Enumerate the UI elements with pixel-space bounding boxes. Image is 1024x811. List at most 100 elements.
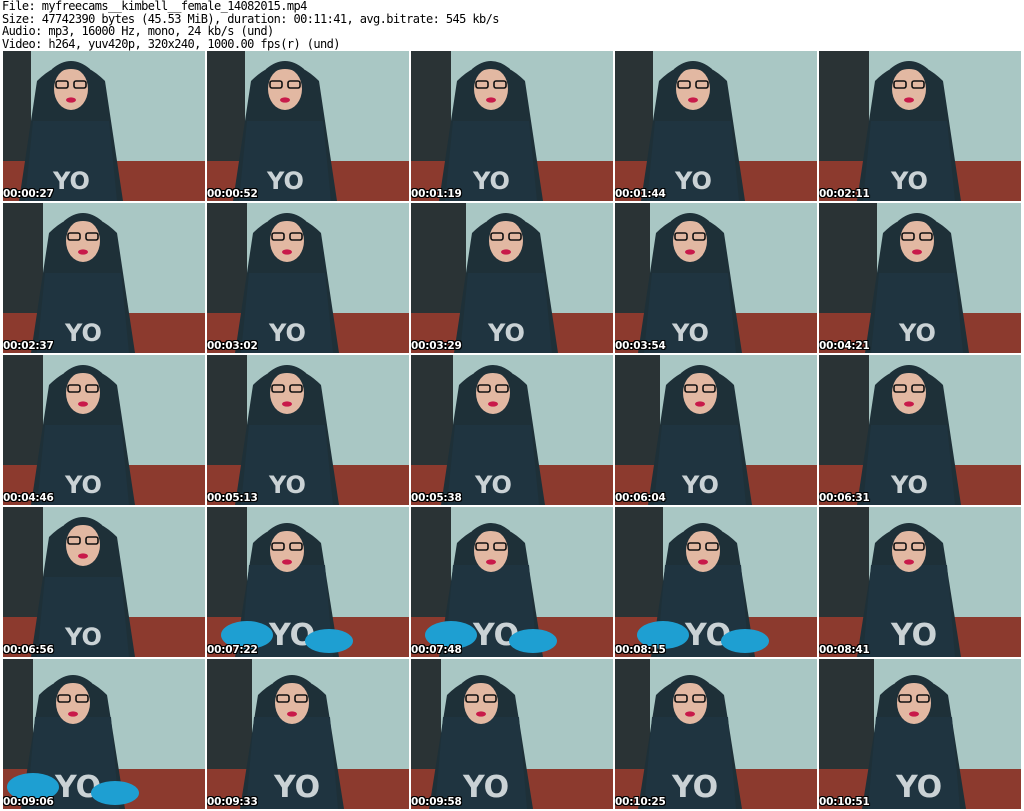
svg-text:YO: YO	[898, 319, 936, 347]
frame-timestamp: 00:09:33	[207, 796, 258, 808]
frame-image: YO	[3, 507, 205, 657]
thumbnail-grid: YO 00:00:27 YO 00:00:52 YO 00:01:19 YO 0…	[3, 51, 1021, 811]
svg-text:YO: YO	[64, 623, 102, 651]
video-frame-thumbnail: YO 00:09:06	[3, 659, 205, 809]
frame-timestamp: 00:02:11	[819, 188, 870, 200]
svg-text:YO: YO	[268, 319, 306, 347]
frame-image: YO	[411, 659, 613, 809]
frame-image: YO	[411, 203, 613, 353]
frame-timestamp: 00:05:38	[411, 492, 462, 504]
video-frame-thumbnail: YO 00:07:22	[207, 507, 409, 657]
frame-image: YO	[207, 355, 409, 505]
video-frame-thumbnail: YO 00:04:46	[3, 355, 205, 505]
svg-text:YO: YO	[472, 167, 510, 195]
frame-timestamp: 00:06:56	[3, 644, 54, 656]
frame-timestamp: 00:08:15	[615, 644, 666, 656]
file-name-line: File: myfreecams__kimbell__female_140820…	[2, 0, 307, 13]
frame-timestamp: 00:06:04	[615, 492, 666, 504]
frame-image: YO	[615, 659, 817, 809]
video-frame-thumbnail: YO 00:08:15	[615, 507, 817, 657]
svg-text:YO: YO	[462, 770, 509, 805]
video-frame-thumbnail: YO 00:06:31	[819, 355, 1021, 505]
frame-timestamp: 00:01:19	[411, 188, 462, 200]
video-frame-thumbnail: YO 00:00:52	[207, 51, 409, 201]
file-info-header: File: myfreecams__kimbell__female_140820…	[2, 0, 1022, 50]
frame-timestamp: 00:04:21	[819, 340, 870, 352]
svg-text:YO: YO	[890, 471, 928, 499]
frame-timestamp: 00:07:48	[411, 644, 462, 656]
svg-text:YO: YO	[273, 770, 320, 805]
frame-image: YO	[819, 203, 1021, 353]
video-frame-thumbnail: YO 00:09:33	[207, 659, 409, 809]
frame-timestamp: 00:01:44	[615, 188, 666, 200]
video-frame-thumbnail: YO 00:09:58	[411, 659, 613, 809]
svg-text:YO: YO	[681, 471, 719, 499]
frame-image: YO	[411, 507, 613, 657]
svg-text:YO: YO	[268, 471, 306, 499]
svg-text:YO: YO	[64, 319, 102, 347]
video-frame-thumbnail: YO 00:06:04	[615, 355, 817, 505]
frame-image: YO	[411, 51, 613, 201]
frame-image: YO	[615, 51, 817, 201]
frame-timestamp: 00:03:02	[207, 340, 258, 352]
frame-timestamp: 00:10:51	[819, 796, 870, 808]
video-frame-thumbnail: YO 00:06:56	[3, 507, 205, 657]
video-frame-thumbnail: YO 00:02:37	[3, 203, 205, 353]
audio-info-line: Audio: mp3, 16000 Hz, mono, 24 kb/s (und…	[2, 24, 274, 38]
frame-image: YO	[819, 355, 1021, 505]
video-frame-thumbnail: YO 00:01:44	[615, 51, 817, 201]
frame-timestamp: 00:04:46	[3, 492, 54, 504]
frame-timestamp: 00:08:41	[819, 644, 870, 656]
frame-image: YO	[819, 507, 1021, 657]
frame-timestamp: 00:07:22	[207, 644, 258, 656]
frame-image: YO	[207, 203, 409, 353]
svg-text:YO: YO	[487, 319, 525, 347]
svg-text:YO: YO	[890, 618, 937, 653]
frame-timestamp: 00:09:58	[411, 796, 462, 808]
svg-text:YO: YO	[266, 167, 304, 195]
frame-image: YO	[3, 659, 205, 809]
frame-timestamp: 00:00:52	[207, 188, 258, 200]
video-frame-thumbnail: YO 00:07:48	[411, 507, 613, 657]
svg-text:YO: YO	[671, 770, 718, 805]
frame-timestamp: 00:06:31	[819, 492, 870, 504]
video-frame-thumbnail: YO 00:03:54	[615, 203, 817, 353]
video-frame-thumbnail: YO 00:05:13	[207, 355, 409, 505]
frame-timestamp: 00:02:37	[3, 340, 54, 352]
frame-image: YO	[411, 355, 613, 505]
frame-timestamp: 00:03:29	[411, 340, 462, 352]
svg-text:YO: YO	[890, 167, 928, 195]
frame-image: YO	[615, 507, 817, 657]
video-frame-thumbnail: YO 00:10:25	[615, 659, 817, 809]
video-frame-thumbnail: YO 00:03:02	[207, 203, 409, 353]
frame-image: YO	[207, 659, 409, 809]
frame-timestamp: 00:05:13	[207, 492, 258, 504]
video-frame-thumbnail: YO 00:04:21	[819, 203, 1021, 353]
svg-text:YO: YO	[474, 471, 512, 499]
frame-timestamp: 00:03:54	[615, 340, 666, 352]
video-info-line: Video: h264, yuv420p, 320x240, 1000.00 f…	[2, 36, 340, 51]
svg-text:YO: YO	[671, 319, 709, 347]
frame-image: YO	[207, 51, 409, 201]
svg-text:YO: YO	[52, 167, 90, 195]
frame-timestamp: 00:00:27	[3, 188, 54, 200]
video-frame-thumbnail: YO 00:08:41	[819, 507, 1021, 657]
frame-image: YO	[3, 203, 205, 353]
video-frame-thumbnail: YO 00:05:38	[411, 355, 613, 505]
frame-timestamp: 00:09:06	[3, 796, 54, 808]
frame-image: YO	[615, 203, 817, 353]
svg-text:YO: YO	[895, 770, 942, 805]
frame-image: YO	[3, 51, 205, 201]
frame-timestamp: 00:10:25	[615, 796, 666, 808]
video-frame-thumbnail: YO 00:02:11	[819, 51, 1021, 201]
frame-image: YO	[819, 51, 1021, 201]
frame-image: YO	[615, 355, 817, 505]
video-frame-thumbnail: YO 00:01:19	[411, 51, 613, 201]
video-frame-thumbnail: YO 00:00:27	[3, 51, 205, 201]
video-frame-thumbnail: YO 00:03:29	[411, 203, 613, 353]
svg-text:YO: YO	[674, 167, 712, 195]
frame-image: YO	[207, 507, 409, 657]
frame-image: YO	[819, 659, 1021, 809]
video-frame-thumbnail: YO 00:10:51	[819, 659, 1021, 809]
svg-text:YO: YO	[64, 471, 102, 499]
